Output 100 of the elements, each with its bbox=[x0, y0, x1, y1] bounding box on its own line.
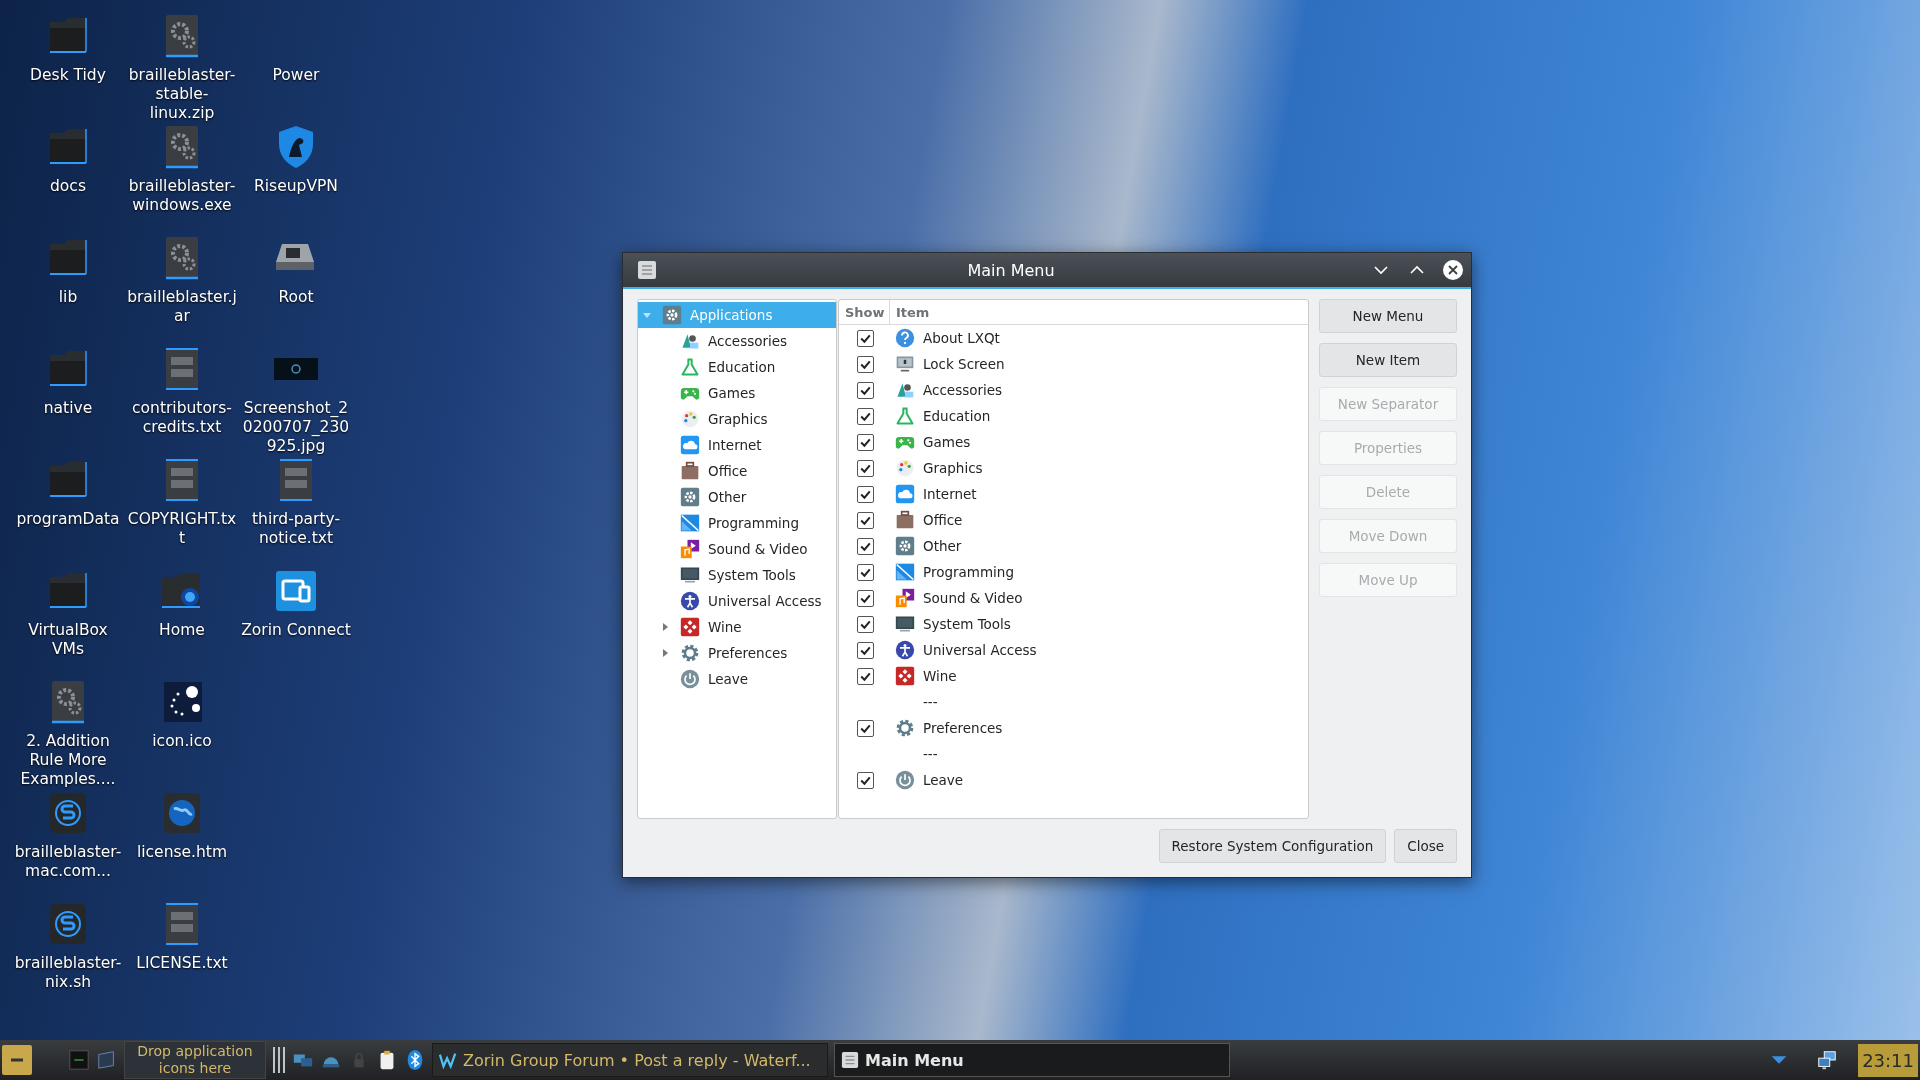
tree-item[interactable]: Programming bbox=[638, 510, 836, 536]
desktop-icon-label[interactable]: programData bbox=[12, 510, 124, 529]
accessibility-icon bbox=[680, 591, 700, 611]
desktop-icon-label[interactable]: VirtualBox VMs bbox=[12, 621, 124, 659]
desktop-icon-label[interactable]: LICENSE.txt bbox=[126, 954, 238, 973]
desktop-icon-label[interactable]: COPYRIGHT.txt bbox=[126, 510, 238, 548]
expander-icon[interactable] bbox=[660, 622, 670, 632]
item-label[interactable]: Wine bbox=[923, 668, 957, 684]
item-label[interactable]: Universal Access bbox=[923, 642, 1037, 658]
desktop-icon-label[interactable]: native bbox=[12, 399, 124, 418]
desktop-icon-label[interactable]: Desk Tidy bbox=[12, 66, 124, 85]
tools-icon bbox=[895, 380, 915, 400]
window-menu-icon[interactable] bbox=[637, 260, 657, 280]
desktop-icon-label[interactable]: license.htm bbox=[126, 843, 238, 862]
desktop-icon-label[interactable]: Power bbox=[240, 66, 352, 85]
action-button[interactable]: New Item bbox=[1319, 343, 1457, 377]
monitor-icon bbox=[895, 354, 915, 374]
checkbox[interactable] bbox=[856, 563, 874, 581]
desktop-icon-label[interactable]: third-party-notice.txt bbox=[240, 510, 352, 548]
checkbox[interactable] bbox=[856, 355, 874, 373]
tree-item[interactable]: Sound & Video bbox=[638, 536, 836, 562]
desktop-icon-label[interactable]: brailleblaster-windows.exe bbox=[126, 177, 238, 215]
tree-item[interactable]: System Tools bbox=[638, 562, 836, 588]
gear-icon bbox=[680, 487, 700, 507]
checkbox[interactable] bbox=[856, 433, 874, 451]
close-icon[interactable] bbox=[1443, 260, 1463, 280]
tree-item[interactable]: Office bbox=[638, 458, 836, 484]
desktop-icon-label[interactable]: brailleblaster-stable-linux.zip bbox=[126, 66, 238, 123]
desktop-icon-label[interactable]: Zorin Connect bbox=[240, 621, 352, 640]
checkbox[interactable] bbox=[856, 641, 874, 659]
checkbox[interactable] bbox=[856, 511, 874, 529]
item-label[interactable]: System Tools bbox=[923, 616, 1011, 632]
separator-label[interactable]: --- bbox=[923, 746, 938, 762]
desktop-icon-label[interactable]: Root bbox=[240, 288, 352, 307]
show-desktop-icon[interactable] bbox=[2, 1045, 32, 1075]
desktop-icon-label[interactable]: 2. Addition Rule More Examples.... bbox=[12, 732, 124, 789]
item-label[interactable]: Games bbox=[923, 434, 971, 450]
terminal-icon[interactable] bbox=[68, 1049, 90, 1071]
tree-item[interactable]: Universal Access bbox=[638, 588, 836, 614]
item-label[interactable]: About LXQt bbox=[923, 330, 1000, 346]
desktop-icon-label[interactable]: Screenshot_20200707_230925.jpg bbox=[240, 399, 352, 456]
tree-item[interactable]: Preferences bbox=[638, 640, 836, 666]
desktop-icon-label[interactable]: docs bbox=[12, 177, 124, 196]
tree-item[interactable]: Games bbox=[638, 380, 836, 406]
dialog-button[interactable]: Close bbox=[1394, 829, 1457, 863]
tree-item[interactable]: Wine bbox=[638, 614, 836, 640]
item-label[interactable]: Internet bbox=[923, 486, 977, 502]
clock[interactable]: 23:11 bbox=[1858, 1043, 1918, 1077]
tree-item[interactable]: Education bbox=[638, 354, 836, 380]
checkbox[interactable] bbox=[856, 589, 874, 607]
desktop-icon-label[interactable]: contributors-credits.txt bbox=[126, 399, 238, 437]
tree-item[interactable]: Accessories bbox=[638, 328, 836, 354]
item-label[interactable]: Office bbox=[923, 512, 963, 528]
briefcase-icon bbox=[680, 461, 700, 481]
cloud-icon bbox=[680, 435, 700, 455]
checkbox[interactable] bbox=[856, 537, 874, 555]
checkbox[interactable] bbox=[856, 381, 874, 399]
item-label[interactable]: Education bbox=[923, 408, 991, 424]
briefcase-icon bbox=[895, 510, 915, 530]
separator-label[interactable]: --- bbox=[923, 694, 938, 710]
action-button[interactable]: New Menu bbox=[1319, 299, 1457, 333]
checkbox[interactable] bbox=[856, 407, 874, 425]
expander-icon[interactable] bbox=[660, 648, 670, 658]
checkbox[interactable] bbox=[856, 485, 874, 503]
taskbar-task[interactable]: Zorin Group Forum • Post a reply - Waterf... bbox=[432, 1043, 828, 1077]
tree-item[interactable]: Graphics bbox=[638, 406, 836, 432]
ruler-icon bbox=[680, 513, 700, 533]
item-label[interactable]: Leave bbox=[923, 772, 964, 788]
desktop-icon-label[interactable]: Home bbox=[126, 621, 238, 640]
desktop-icon-label[interactable]: icon.ico bbox=[126, 732, 238, 751]
column-header[interactable]: Show bbox=[839, 300, 890, 324]
item-label[interactable]: Sound & Video bbox=[923, 590, 1023, 606]
item-label[interactable]: Other bbox=[923, 538, 962, 554]
checkbox[interactable] bbox=[856, 615, 874, 633]
checkbox[interactable] bbox=[856, 719, 874, 737]
desktop-icon-label[interactable]: lib bbox=[12, 288, 124, 307]
network-computers-icon[interactable] bbox=[1816, 1049, 1839, 1071]
diamond-tile-icon bbox=[895, 666, 915, 686]
bars-icon[interactable] bbox=[272, 1045, 286, 1075]
desktop-icon-label[interactable]: brailleblaster-mac.com... bbox=[12, 843, 124, 881]
dialog-button[interactable]: Restore System Configuration bbox=[1158, 829, 1387, 863]
tree-item[interactable]: Leave bbox=[638, 666, 836, 692]
desktop-icon-label[interactable]: brailleblaster-nix.sh bbox=[12, 954, 124, 992]
desktop-icon-label[interactable]: brailleblaster.jar bbox=[126, 288, 238, 326]
checkbox[interactable] bbox=[856, 771, 874, 789]
column-header[interactable]: Item bbox=[890, 300, 930, 324]
item-label[interactable]: Accessories bbox=[923, 382, 1003, 398]
item-label[interactable]: Lock Screen bbox=[923, 356, 1005, 372]
music-video-icon bbox=[895, 588, 915, 608]
taskbar-task[interactable]: Main Menu bbox=[834, 1043, 1230, 1077]
tree-item[interactable]: Internet bbox=[638, 432, 836, 458]
desktop-icon-label[interactable]: RiseupVPN bbox=[240, 177, 352, 196]
checkbox[interactable] bbox=[856, 667, 874, 685]
item-label[interactable]: Preferences bbox=[923, 720, 1003, 736]
item-label[interactable]: Graphics bbox=[923, 460, 983, 476]
checkbox[interactable] bbox=[856, 459, 874, 477]
item-label[interactable]: Programming bbox=[923, 564, 1014, 580]
checkbox[interactable] bbox=[856, 329, 874, 347]
quicklaunch-drop-zone[interactable]: Drop application icons here bbox=[124, 1041, 266, 1079]
tree-item[interactable]: Other bbox=[638, 484, 836, 510]
